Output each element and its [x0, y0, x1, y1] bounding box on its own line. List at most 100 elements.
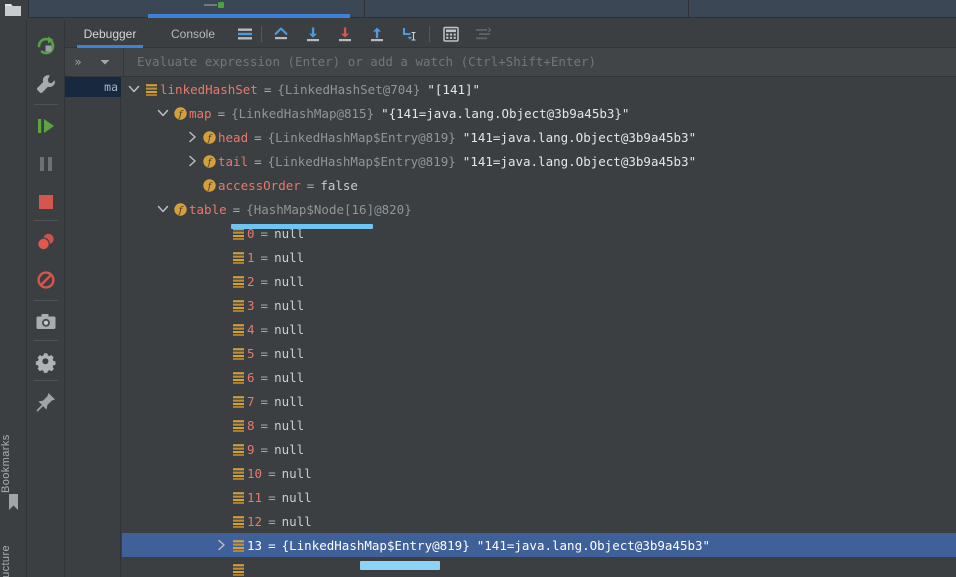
array-item-icon: [232, 467, 244, 480]
watch-history-dropdown-button[interactable]: [91, 48, 119, 76]
view-breakpoints-button[interactable]: [27, 222, 65, 262]
frame-row-selected[interactable]: ma: [65, 77, 121, 97]
tree-row[interactable]: 1 = null: [122, 245, 956, 269]
tree-row[interactable]: f tail = {LinkedHashMap$Entry@819} "141=java…: [122, 149, 956, 173]
tree-row-value: null: [281, 465, 312, 481]
tree-expand-toggle[interactable]: [213, 538, 229, 552]
tree-row-type: {LinkedHashMap$Entry@819}: [267, 153, 456, 169]
tree-row-name: 1: [247, 249, 255, 265]
tree-row[interactable]: f map = {LinkedHashMap@815} "{141=java.lang.…: [122, 101, 956, 125]
tree-row-value: "141=java.lang.Object@3b9a45b3": [462, 153, 697, 169]
tree-row[interactable]: [122, 557, 956, 577]
chevron-down-icon: [100, 60, 110, 65]
tree-row[interactable]: 3 = null: [122, 293, 956, 317]
evaluate-expression-input[interactable]: [125, 48, 956, 76]
step-into-button[interactable]: [333, 22, 357, 46]
field-icon-wrap: f: [171, 202, 189, 217]
tree-row[interactable]: 2 = null: [122, 269, 956, 293]
tree-row-type: {LinkedHashSet@704}: [277, 81, 421, 97]
show-execution-point-icon: [274, 27, 288, 40]
tree-row[interactable]: 5 = null: [122, 341, 956, 365]
tree-row-name: accessOrder: [218, 177, 301, 193]
pin-icon: [36, 393, 55, 412]
rail-divider: [34, 380, 58, 381]
force-step-into-icon: [403, 28, 416, 41]
step-over-button[interactable]: [301, 22, 325, 46]
tree-row[interactable]: linkedHashSet = {LinkedHashSet@704} "[141]": [122, 77, 956, 101]
tree-row-type: {HashMap$Node[16]@820}: [246, 201, 412, 217]
tree-row-name: tail: [218, 153, 249, 169]
mute-breakpoints-button[interactable]: [27, 260, 65, 300]
tree-row-value: null: [274, 393, 305, 409]
tree-row-equals: =: [217, 105, 226, 121]
rail-divider: [34, 300, 58, 301]
tree-row-name: 10: [247, 465, 263, 481]
show-execution-point-button[interactable]: [269, 22, 293, 46]
array-item-icon: [232, 347, 244, 360]
tree-row[interactable]: 6 = null: [122, 365, 956, 389]
array-item-icon-wrap: [229, 370, 247, 385]
tool-window-tabbar[interactable]: [28, 0, 956, 18]
variables-tree[interactable]: linkedHashSet = {LinkedHashSet@704} "[141]"…: [122, 77, 956, 577]
tree-expand-toggle[interactable]: [155, 106, 171, 120]
sidebar-item-structure[interactable]: ructure: [0, 528, 27, 577]
settings-wrench-button[interactable]: [27, 64, 65, 104]
tree-row[interactable]: 4 = null: [122, 317, 956, 341]
tree-row[interactable]: 8 = null: [122, 413, 956, 437]
chevron-right-icon: [189, 155, 196, 167]
watchbar-divider: [123, 48, 124, 77]
stop-button[interactable]: [27, 182, 65, 222]
array-item-icon: [232, 443, 244, 456]
tree-row[interactable]: f accessOrder = false: [122, 173, 956, 197]
frames-panel[interactable]: ma: [65, 77, 121, 577]
chevron-right-icon: [218, 539, 225, 551]
tree-row-equals: =: [268, 489, 276, 505]
tree-row-name: 13: [247, 537, 263, 553]
layout-icon: [238, 28, 252, 40]
tree-row-equals: =: [268, 465, 276, 481]
tree-row-equals: =: [263, 81, 272, 97]
pin-button[interactable]: [27, 382, 65, 422]
force-step-into-button[interactable]: [397, 22, 421, 46]
tree-row[interactable]: 9 = null: [122, 437, 956, 461]
tree-expand-toggle[interactable]: [184, 154, 200, 168]
tree-row-value: null: [281, 513, 312, 529]
tree-row[interactable]: 11 = null: [122, 485, 956, 509]
tree-expand-toggle[interactable]: [184, 130, 200, 144]
tree-row[interactable]: f head = {LinkedHashMap$Entry@819} "141=java…: [122, 125, 956, 149]
screenshot-button[interactable]: [27, 302, 65, 342]
rail-divider: [34, 220, 58, 221]
tab-debugger[interactable]: Debugger: [71, 20, 149, 48]
tree-row[interactable]: 7 = null: [122, 389, 956, 413]
field-icon-wrap: f: [171, 106, 189, 121]
pause-program-button[interactable]: [27, 144, 65, 184]
run-indicator-tail: [204, 4, 217, 6]
rerun-button[interactable]: [27, 26, 65, 66]
tree-row[interactable]: 12 = null: [122, 509, 956, 533]
array-item-icon-wrap: [229, 514, 247, 529]
wrench-icon: [37, 75, 55, 93]
tree-row-name: 5: [247, 345, 255, 361]
tree-expand-toggle[interactable]: [155, 202, 171, 216]
step-out-button[interactable]: [365, 22, 389, 46]
tab-console[interactable]: Console: [157, 20, 229, 48]
tree-row-name: linkedHashSet: [160, 81, 258, 97]
tree-row[interactable]: f table = {HashMap$Node[16]@820}: [122, 197, 956, 221]
field-icon-wrap: f: [200, 130, 218, 145]
array-item-icon-wrap: [229, 562, 247, 577]
settings-gear-button[interactable]: [27, 342, 65, 382]
tree-row-selected[interactable]: 13 = {LinkedHashMap$Entry@819} "141=java.la…: [122, 533, 956, 557]
tree-row-equals: =: [260, 345, 269, 361]
tree-row-type: {LinkedHashMap$Entry@819}: [267, 129, 456, 145]
field-icon: f: [173, 106, 187, 119]
folder-icon[interactable]: [4, 2, 22, 18]
evaluate-expression-button[interactable]: [439, 22, 463, 46]
tree-row-name: 12: [247, 513, 263, 529]
tree-row[interactable]: 10 = null: [122, 461, 956, 485]
tree-row-value: null: [274, 417, 305, 433]
resume-program-button[interactable]: [27, 106, 65, 146]
tabbar-separator: [688, 0, 689, 18]
layout-settings-button[interactable]: [233, 22, 257, 46]
expand-watches-button[interactable]: »: [67, 48, 89, 76]
tree-expand-toggle[interactable]: [126, 82, 142, 96]
